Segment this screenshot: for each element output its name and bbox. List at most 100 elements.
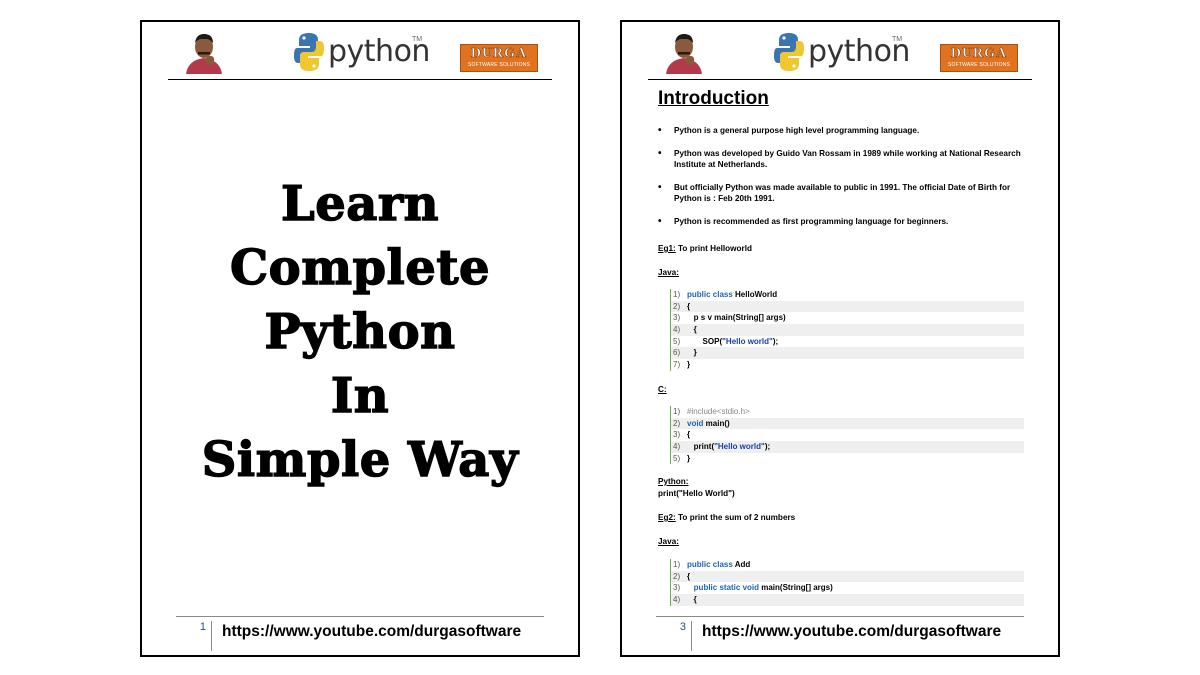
page-number-box: 3 [656,621,692,651]
java-code-block: 1public class Add2{3 public static void … [670,559,1024,606]
page-footer: 1 https://www.youtube.com/durgasoftware [176,616,544,652]
code-line: 2{ [671,300,1024,313]
youtube-url[interactable]: https://www.youtube.com/durgasoftware [702,623,1001,641]
code-line-number: 2 [671,301,687,313]
example-2-caption: Eg2: To print the sum of 2 numbers [658,512,795,523]
c-label: C: [658,385,667,394]
example-text: To print the sum of 2 numbers [675,513,796,522]
code-keyword: public static void [693,583,760,593]
page-header: python TM DURGA SOFTWARE SOLUTIONS [168,22,552,80]
page-number: 3 [679,621,686,633]
java-code-block: 1public class HelloWorld2{3 p s v main(S… [670,289,1024,371]
code-line-number: 3 [671,429,687,441]
code-line-number: 1 [671,406,687,418]
cover-title: Learn Complete Python In Simple Way [142,172,578,492]
code-line: 4 print("Hello world"); [671,441,1024,453]
code-string: "Hello world" [722,336,773,346]
python-logo: python TM [774,30,914,74]
author-photo [662,30,706,74]
bullet-item: But officially Python was made available… [658,182,1028,205]
code-line: 1public class HelloWorld [671,289,1024,301]
code-line: 2void main() [671,417,1024,430]
code-line-number: 5 [671,453,687,465]
bullet-item: Python is a general purpose high level p… [658,125,1028,137]
code-text: { [687,595,697,605]
code-line-number: 3 [671,312,687,324]
code-line-number: 4 [671,594,687,606]
author-photo [182,30,226,74]
durga-logo-title: DURGA [950,46,1008,62]
code-line: 3 p s v main(String[] args) [671,312,1024,324]
code-keyword: void [687,418,704,428]
python-snake-icon [294,33,324,71]
code-line: 3{ [671,429,1024,441]
code-line-number: 1 [671,289,687,301]
cover-title-line: Python [264,303,456,360]
python-label: Python: [658,477,689,486]
example-text: To print Helloworld [675,244,753,253]
durga-logo-subtitle: SOFTWARE SOLUTIONS [467,62,531,68]
code-line-number: 6 [671,347,687,359]
code-text: { [687,301,691,311]
code-text: { [687,571,691,581]
code-text: print( [687,442,715,452]
intro-bullet-list: Python is a general purpose high level p… [658,125,1028,238]
page-number: 1 [199,621,206,633]
code-string: "Hello world" [714,442,765,452]
code-text: } [687,453,691,463]
code-line: 3 public static void main(String[] args) [671,582,1024,594]
code-line: 2{ [671,570,1024,583]
youtube-url[interactable]: https://www.youtube.com/durgasoftware [222,623,521,641]
code-text: { [687,430,691,440]
section-heading: Introduction [658,88,769,109]
example-label: Eg1: [658,244,676,253]
code-text: main(String[] args) [759,583,833,593]
bullet-item: Python was developed by Guido Van Rossam… [658,148,1028,171]
code-text: } [687,360,691,370]
code-line-number: 5 [671,336,687,348]
code-line-number: 2 [671,418,687,430]
example-label: Eg2: [658,513,676,522]
code-text: ); [764,442,771,452]
code-line-number: 2 [671,571,687,583]
code-text: Add [732,560,751,569]
code-line: 5 SOP("Hello world"); [671,336,1024,348]
code-line: 1#include<stdio.h> [671,406,1024,418]
code-preprocessor: #include<stdio.h> [687,407,750,416]
code-text: SOP( [687,336,723,346]
code-line: 1public class Add [671,559,1024,571]
code-line-number: 4 [671,324,687,336]
cover-page: python TM DURGA SOFTWARE SOLUTIONS Learn… [140,20,580,657]
code-line-number: 4 [671,441,687,453]
example-1-caption: Eg1: To print Helloworld [658,243,752,254]
durga-logo-title: DURGA [470,46,528,62]
cover-title-line: Complete [229,239,491,296]
code-line-number: 3 [671,582,687,594]
cover-title-line: Simple Way [201,431,519,488]
code-line: 7} [671,359,1024,371]
page-header: python TM DURGA SOFTWARE SOLUTIONS [648,22,1032,80]
code-text: } [687,348,697,358]
page-footer: 3 https://www.youtube.com/durgasoftware [656,616,1024,652]
durga-logo: DURGA SOFTWARE SOLUTIONS [460,44,538,72]
trademark-mark: TM [892,36,903,43]
c-code-block: 1#include<stdio.h>2void main()3{4 print(… [670,406,1024,465]
code-line: 4 { [671,324,1024,336]
code-text: { [687,325,697,335]
page-number-box: 1 [176,621,212,651]
durga-logo-subtitle: SOFTWARE SOLUTIONS [947,62,1011,68]
java-label: Java: [658,537,679,546]
durga-logo: DURGA SOFTWARE SOLUTIONS [940,44,1018,72]
code-text: p s v main(String[] args) [687,313,786,323]
code-line-number: 1 [671,559,687,571]
bullet-item: Python is recommended as first programmi… [658,216,1028,228]
trademark-mark: TM [412,36,423,43]
cover-title-line: In [330,367,390,424]
python-logo: python TM [294,30,434,74]
code-text: HelloWorld [732,290,778,299]
cover-title-line: Learn [280,175,440,232]
java-label: Java: [658,268,679,277]
code-text: ); [772,336,779,346]
code-text: main() [703,418,730,428]
